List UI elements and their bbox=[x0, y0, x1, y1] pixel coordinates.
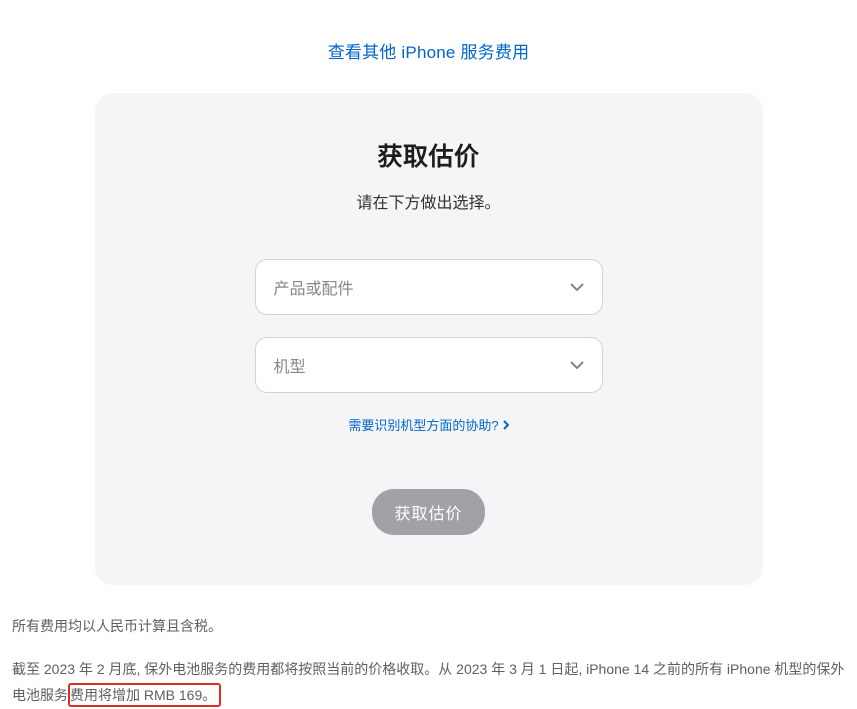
price-increase-highlight: 费用将增加 RMB 169。 bbox=[68, 683, 221, 707]
identify-model-help-link[interactable]: 需要识别机型方面的协助? bbox=[348, 415, 508, 434]
model-select-placeholder: 机型 bbox=[274, 353, 306, 377]
estimate-card: 获取估价 请在下方做出选择。 产品或配件 机型 需要识别机型方面的协助? 获取估… bbox=[95, 93, 763, 585]
footer-line-2: 截至 2023 年 2 月底, 保外电池服务的费用都将按照当前的价格收取。从 2… bbox=[12, 656, 845, 709]
card-title: 获取估价 bbox=[135, 137, 723, 173]
footer-disclaimer: 所有费用均以人民币计算且含税。 截至 2023 年 2 月底, 保外电池服务的费… bbox=[0, 585, 857, 709]
help-link-label: 需要识别机型方面的协助? bbox=[348, 415, 498, 434]
product-select-placeholder: 产品或配件 bbox=[274, 275, 354, 299]
card-subtitle: 请在下方做出选择。 bbox=[135, 189, 723, 213]
footer-line-1: 所有费用均以人民币计算且含税。 bbox=[12, 613, 845, 640]
chevron-down-icon bbox=[570, 358, 584, 372]
chevron-right-icon bbox=[503, 420, 509, 430]
other-iphone-service-link[interactable]: 查看其他 iPhone 服务费用 bbox=[328, 43, 530, 62]
product-select[interactable]: 产品或配件 bbox=[255, 259, 603, 315]
chevron-down-icon bbox=[570, 280, 584, 294]
get-estimate-button[interactable]: 获取估价 bbox=[372, 489, 484, 535]
model-select[interactable]: 机型 bbox=[255, 337, 603, 393]
